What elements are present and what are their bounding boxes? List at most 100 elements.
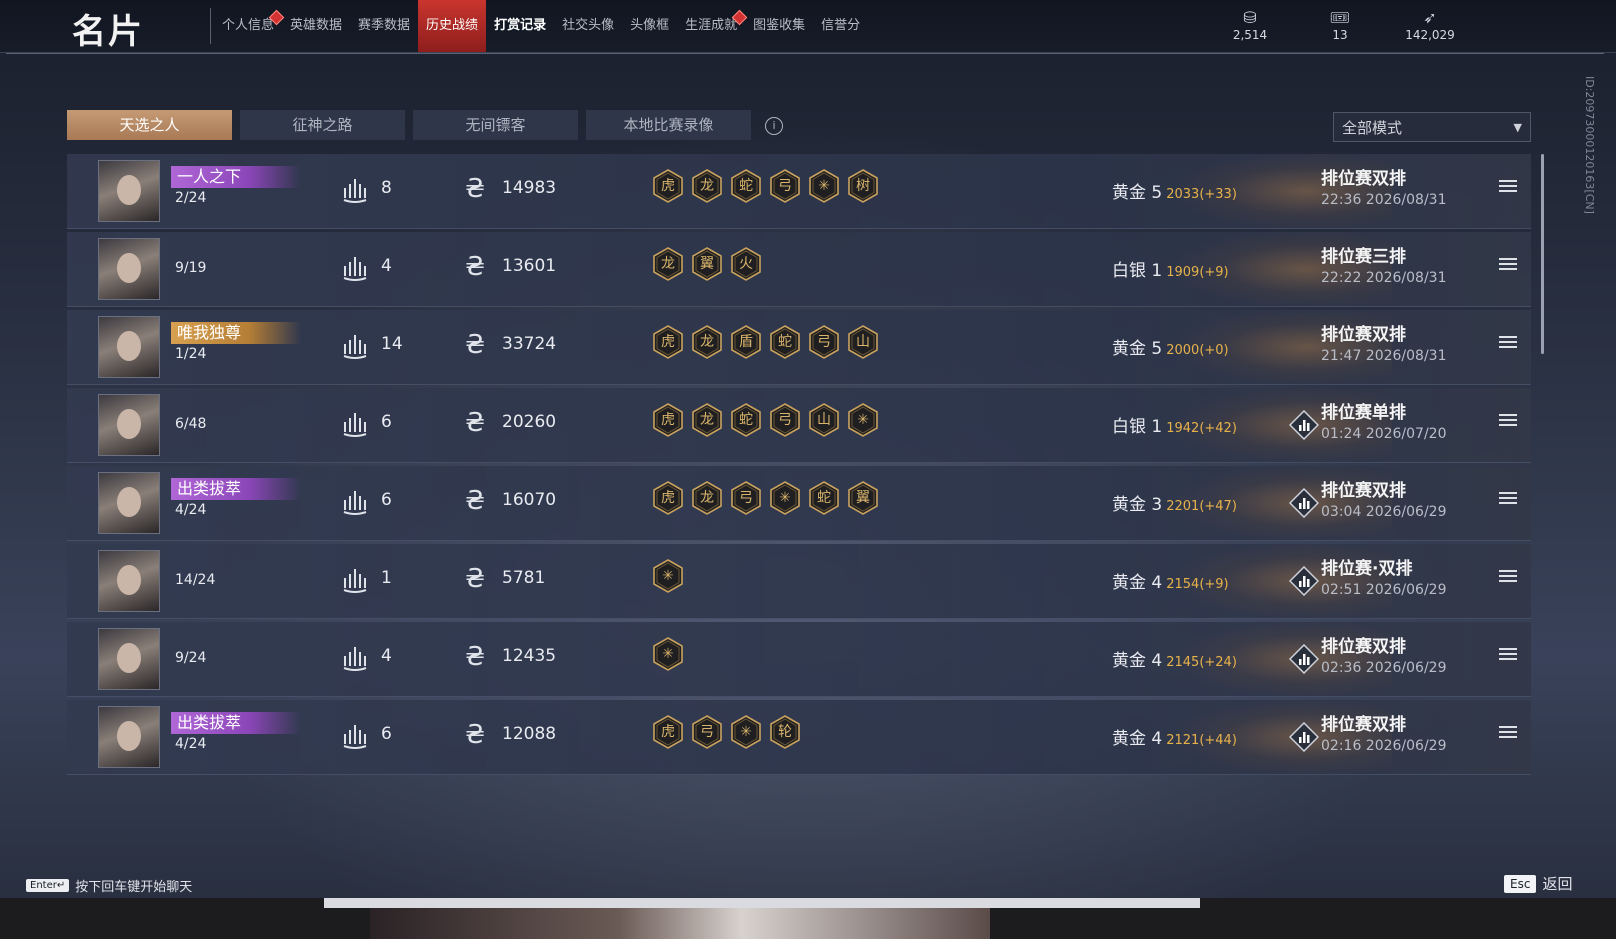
item-badge-icon[interactable]: 蛇: [729, 169, 763, 203]
list-menu-icon[interactable]: [1499, 726, 1517, 740]
item-badge-icon[interactable]: 龙: [690, 325, 724, 359]
item-badge-icon[interactable]: 弓: [768, 403, 802, 437]
nav-tab-0[interactable]: 个人信息: [214, 0, 285, 52]
list-menu-icon[interactable]: [1499, 570, 1517, 584]
rank-tier: 黄金 3: [1112, 495, 1163, 515]
background-panel: [324, 898, 1200, 908]
item-badge-icon[interactable]: 虎: [651, 715, 685, 749]
item-badge-icon[interactable]: ✳: [846, 403, 880, 437]
badge-glyph: 山: [856, 334, 870, 350]
stats-chart-icon[interactable]: [1288, 721, 1320, 753]
rank-score-delta: 2154(+9): [1166, 577, 1229, 592]
match-mode: 排位赛单排: [1321, 403, 1406, 423]
list-menu-icon[interactable]: [1499, 648, 1517, 662]
match-row[interactable]: 14/24 1 ₴ 5781 ✳ 黄金 4 2154(+9) 排位赛·双排 02:51 2026…: [67, 544, 1531, 619]
avatar[interactable]: [98, 550, 160, 612]
item-badge-icon[interactable]: 弓: [807, 325, 841, 359]
match-row[interactable]: 一人之下 2/24 8 ₴ 14983 虎 龙 蛇 弓 ✳ 树 黄金 5 2033(+33) 排位赛双排 2…: [67, 154, 1531, 229]
back-button[interactable]: Esc 返回: [1504, 873, 1572, 894]
tab-2[interactable]: 无间镖客: [413, 110, 578, 140]
currency-item: ⛁ 2,514: [1214, 8, 1286, 42]
avatar[interactable]: [98, 238, 160, 300]
item-badge-icon[interactable]: 弓: [690, 715, 724, 749]
item-badge-icon[interactable]: 虎: [651, 325, 685, 359]
badge-glyph: 蛇: [739, 178, 753, 194]
score-value: 13601: [502, 256, 557, 276]
list-menu-icon[interactable]: [1499, 258, 1517, 272]
item-badge-icon[interactable]: 山: [846, 325, 880, 359]
nav-tab-7[interactable]: 生涯成就: [677, 0, 748, 52]
match-row[interactable]: 9/24 4 ₴ 12435 ✳ 黄金 4 2145(+24) 排位赛双排 02:36 2026…: [67, 622, 1531, 697]
item-badge-icon[interactable]: ✳: [768, 481, 802, 515]
item-badge-icon[interactable]: 弓: [768, 169, 802, 203]
item-badge-icon[interactable]: 龙: [690, 481, 724, 515]
info-icon[interactable]: i: [765, 117, 783, 135]
match-row[interactable]: 出类拔萃 4/24 6 ₴ 12088 虎 弓 ✳ 轮 黄金 4 2121(+44) 排位赛双排 02:…: [67, 700, 1531, 775]
nav-tab-label: 图鉴收集: [753, 18, 806, 33]
avatar-face: [117, 175, 141, 205]
item-badge-icon[interactable]: ✳: [807, 169, 841, 203]
list-menu-icon[interactable]: [1499, 492, 1517, 506]
item-badge-icon[interactable]: 轮: [768, 715, 802, 749]
list-menu-icon[interactable]: [1499, 180, 1517, 194]
nav-tab-6[interactable]: 头像框: [622, 0, 677, 52]
tab-1[interactable]: 征神之路: [240, 110, 405, 140]
nav-tab-9[interactable]: 信誉分: [813, 0, 868, 52]
item-badge-icon[interactable]: ✳: [651, 637, 685, 671]
nav-tab-5[interactable]: 社交头像: [554, 0, 622, 52]
item-badge-icon[interactable]: ✳: [729, 715, 763, 749]
avatar[interactable]: [98, 706, 160, 768]
kills-icon: [341, 176, 369, 204]
stats-chart-icon[interactable]: [1288, 643, 1320, 675]
item-badge-icon[interactable]: 虎: [651, 169, 685, 203]
item-badge-icon[interactable]: 蛇: [807, 481, 841, 515]
nav-tab-8[interactable]: 图鉴收集: [745, 0, 813, 52]
rank-tier: 黄金 5: [1112, 183, 1163, 203]
item-badge-icon[interactable]: ✳: [651, 559, 685, 593]
item-badge-icon[interactable]: 虎: [651, 403, 685, 437]
list-menu-icon[interactable]: [1499, 414, 1517, 428]
item-badge-icon[interactable]: 龙: [690, 169, 724, 203]
nav-tab-2[interactable]: 赛季数据: [350, 0, 418, 52]
item-badge-icon[interactable]: 虎: [651, 481, 685, 515]
avatar[interactable]: [98, 628, 160, 690]
stats-chart-icon[interactable]: [1288, 565, 1320, 597]
stats-chart-icon[interactable]: [1288, 409, 1320, 441]
item-badge-icon[interactable]: 龙: [651, 247, 685, 281]
badge-glyph: 虎: [661, 334, 675, 350]
item-badge-icon[interactable]: 山: [807, 403, 841, 437]
item-badge-icon[interactable]: 弓: [729, 481, 763, 515]
badge-glyph: 龙: [700, 490, 714, 506]
item-badge-icon[interactable]: 龙: [690, 403, 724, 437]
list-scrollbar[interactable]: [1541, 154, 1544, 354]
item-badge-icon[interactable]: 盾: [729, 325, 763, 359]
badge-glyph: 山: [817, 412, 831, 428]
stats-chart-icon[interactable]: [1288, 487, 1320, 519]
item-badge-icon[interactable]: 翼: [690, 247, 724, 281]
nav-tab-1[interactable]: 英雄数据: [282, 0, 350, 52]
item-badge-icon[interactable]: 火: [729, 247, 763, 281]
item-badge-icon[interactable]: 翼: [846, 481, 880, 515]
avatar[interactable]: [98, 160, 160, 222]
avatar[interactable]: [98, 316, 160, 378]
badge-glyph: 弓: [817, 334, 831, 350]
match-row[interactable]: 9/19 4 ₴ 13601 龙 翼 火 白银 1 1909(+9) 排位赛三排 22:22 202…: [67, 232, 1531, 307]
match-row[interactable]: 6/48 6 ₴ 20260 虎 龙 蛇 弓 山 ✳ 白银 1 1942(+42) 排位赛单排 01:24…: [67, 388, 1531, 463]
mode-filter-select[interactable]: 全部模式 ▼: [1333, 112, 1531, 142]
match-row[interactable]: 出类拔萃 4/24 6 ₴ 16070 虎 龙 弓 ✳ 蛇 翼 黄金 3 2201(+47) 排位赛双排 0…: [67, 466, 1531, 541]
coin-icon: ⛁: [1243, 8, 1257, 27]
match-row[interactable]: 唯我独尊 1/24 14 ₴ 33724 虎 龙 盾 蛇 弓 山 黄金 5 2000(+0) 排位赛双排 2…: [67, 310, 1531, 385]
tab-3[interactable]: 本地比赛录像: [586, 110, 751, 140]
list-menu-icon[interactable]: [1499, 336, 1517, 350]
match-time: 02:51 2026/06/29: [1321, 582, 1447, 598]
tab-0[interactable]: 天选之人: [67, 110, 232, 140]
kills-icon: [341, 488, 369, 516]
nav-tab-3[interactable]: 历史战绩: [418, 0, 487, 52]
item-badge-icon[interactable]: 树: [846, 169, 880, 203]
avatar[interactable]: [98, 394, 160, 456]
avatar[interactable]: [98, 472, 160, 534]
item-badge-icon[interactable]: 蛇: [768, 325, 802, 359]
item-badge-icon[interactable]: 蛇: [729, 403, 763, 437]
nav-tab-4[interactable]: 打赏记录: [486, 0, 554, 52]
badge-glyph: 弓: [778, 178, 792, 194]
